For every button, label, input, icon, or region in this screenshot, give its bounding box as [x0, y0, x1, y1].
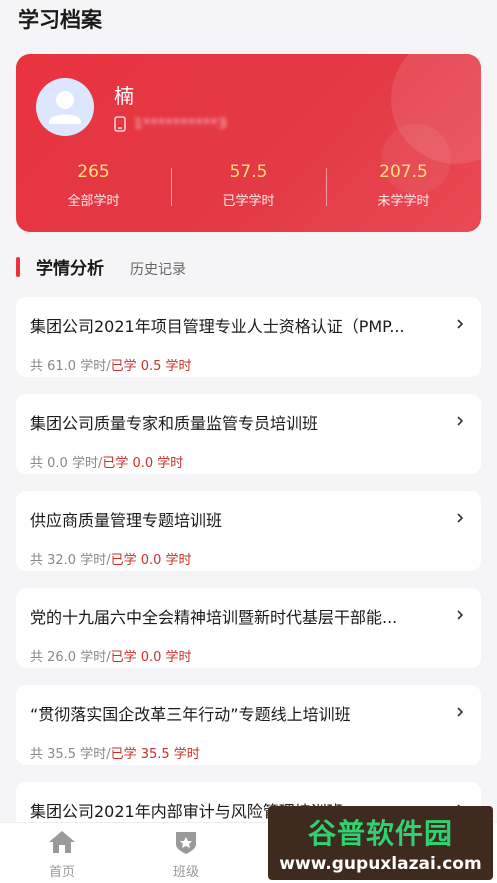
user-name: 楠 — [114, 84, 134, 108]
course-hours: 共 61.0 学时/已学 0.5 学时 — [30, 355, 441, 374]
watermark-logo: 谷普软件园 www.gupuxlazai.com — [268, 806, 493, 880]
badge-icon — [176, 832, 196, 854]
home-icon — [49, 831, 75, 853]
course-title: 党的十九届六中全会精神培训暨新时代基层干部能... — [30, 608, 398, 627]
course-title: 集团公司2021年项目管理专业人士资格认证（PMP... — [30, 317, 405, 336]
stat-remaining: 207.5 未学学时 — [326, 162, 481, 209]
course-hours: 共 26.0 学时/已学 0.0 学时 — [30, 646, 441, 665]
section-accent-bar — [16, 256, 20, 277]
tab-learning-analysis[interactable]: 学情分析 — [36, 254, 104, 279]
course-list: 集团公司2021年项目管理专业人士资格认证（PMP... 共 61.0 学时/已… — [16, 297, 481, 879]
stat-value: 57.5 — [229, 162, 268, 182]
watermark-title: 谷普软件园 — [307, 817, 453, 850]
stat-total: 265 全部学时 — [16, 162, 171, 209]
course-total-hours: 共 35.5 学时/ — [30, 747, 111, 762]
chevron-right-icon — [457, 416, 464, 426]
user-icon — [49, 91, 81, 124]
avatar[interactable] — [36, 78, 94, 136]
phone-number: 1**********3 — [134, 116, 228, 132]
phone-icon — [114, 116, 126, 132]
chevron-right-icon — [457, 513, 464, 523]
tab-home[interactable]: 首页 — [0, 823, 124, 883]
tab-label: 班级 — [172, 865, 199, 880]
stat-value: 207.5 — [379, 162, 428, 182]
course-item[interactable]: “贯彻落实国企改革三年行动”专题线上培训班 共 35.5 学时/已学 35.5 … — [16, 685, 481, 765]
course-learned-hours: 已学 0.0 学时 — [102, 456, 184, 471]
tab-class[interactable]: 班级 — [124, 823, 248, 883]
course-total-hours: 共 26.0 学时/ — [30, 650, 111, 665]
course-title: 供应商质量管理专题培训班 — [30, 511, 223, 530]
course-learned-hours: 已学 0.5 学时 — [110, 359, 192, 374]
course-title: 集团公司质量专家和质量监管专员培训班 — [30, 414, 319, 433]
stat-label: 已学学时 — [222, 194, 275, 209]
stat-learned: 57.5 已学学时 — [171, 162, 326, 209]
phone-row: 1**********3 — [114, 116, 228, 132]
stats-row: 265 全部学时 57.5 已学学时 207.5 未学学时 — [16, 162, 481, 209]
course-total-hours: 共 0.0 学时/ — [30, 456, 103, 471]
course-hours: 共 0.0 学时/已学 0.0 学时 — [30, 452, 441, 471]
section-header: 学情分析 历史记录 — [16, 254, 186, 279]
profile-card: 楠 1**********3 265 全部学时 57.5 已学学时 207.5 … — [16, 54, 481, 232]
course-total-hours: 共 32.0 学时/ — [30, 553, 111, 568]
stat-label: 全部学时 — [67, 194, 120, 209]
tab-label: 首页 — [48, 865, 75, 880]
course-title: “贯彻落实国企改革三年行动”专题线上培训班 — [30, 705, 351, 724]
watermark-url: www.gupuxlazai.com — [279, 854, 482, 874]
tab-history[interactable]: 历史记录 — [130, 259, 186, 279]
course-learned-hours: 已学 0.0 学时 — [110, 553, 192, 568]
course-learned-hours: 已学 35.5 学时 — [110, 747, 200, 762]
course-hours: 共 35.5 学时/已学 35.5 学时 — [30, 743, 441, 762]
chevron-right-icon — [457, 319, 464, 329]
course-hours: 共 32.0 学时/已学 0.0 学时 — [30, 549, 441, 568]
chevron-right-icon — [457, 707, 464, 717]
stat-label: 未学学时 — [377, 194, 430, 209]
course-learned-hours: 已学 0.0 学时 — [110, 650, 192, 665]
page-title: 学习档案 — [18, 8, 102, 32]
course-item[interactable]: 集团公司质量专家和质量监管专员培训班 共 0.0 学时/已学 0.0 学时 — [16, 394, 481, 474]
course-item[interactable]: 集团公司2021年项目管理专业人士资格认证（PMP... 共 61.0 学时/已… — [16, 297, 481, 377]
course-total-hours: 共 61.0 学时/ — [30, 359, 111, 374]
course-item[interactable]: 党的十九届六中全会精神培训暨新时代基层干部能... 共 26.0 学时/已学 0… — [16, 588, 481, 668]
stat-value: 265 — [77, 162, 110, 182]
chevron-right-icon — [457, 610, 464, 620]
course-item[interactable]: 供应商质量管理专题培训班 共 32.0 学时/已学 0.0 学时 — [16, 491, 481, 571]
